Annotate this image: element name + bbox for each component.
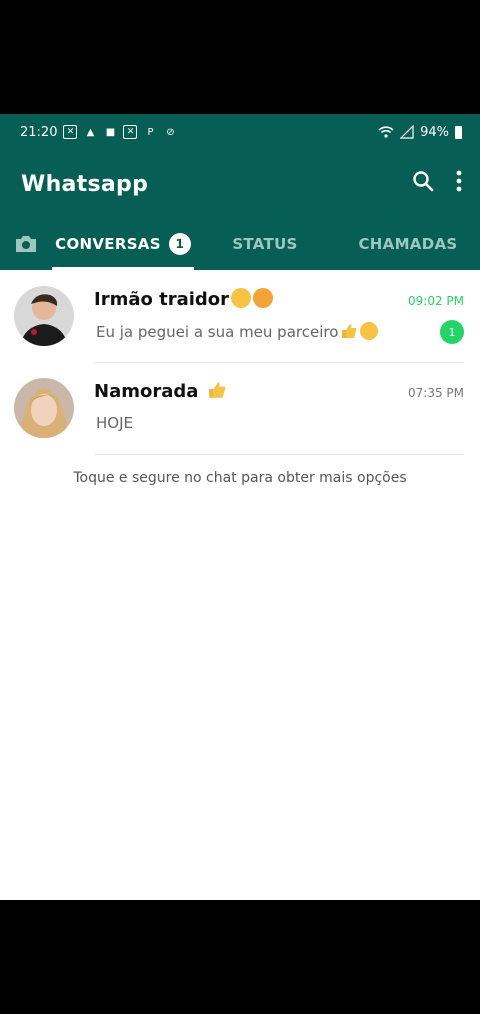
last-message: HOJE (96, 414, 133, 432)
video-icon: ■ (105, 126, 116, 138)
status-bar: 21:20 ✕ ▲ ■ ✕ P ⊘ 94% (0, 114, 480, 150)
battery-percent: 94% (420, 124, 449, 140)
app-bar: Whatsapp CONVERSAS 1 STATUS CHAMADAS (0, 150, 480, 270)
tab-label: CHAMADAS (358, 235, 458, 253)
unread-count-badge: 1 (168, 233, 191, 255)
app-notification-icon: ✕ (63, 125, 78, 139)
warning-icon: ▲ (86, 126, 95, 138)
no-sim-icon: ⊘ (166, 126, 175, 138)
wifi-icon (378, 126, 394, 138)
more-options-icon[interactable] (456, 170, 462, 192)
unread-message-badge: 1 (440, 320, 464, 344)
tab-chamadas[interactable]: CHAMADAS (336, 218, 480, 270)
contact-name: Namorada (94, 381, 199, 402)
paypal-icon: P (147, 126, 154, 138)
thumbs-up-emoji-icon (207, 380, 227, 400)
last-message: Eu ja peguei a sua meu parceiro (96, 323, 339, 341)
message-time: 07:35 PM (408, 386, 464, 400)
chat-list: Irmão traidor 09:02 PM Eu ja peguei a su… (0, 270, 480, 455)
avatar[interactable] (14, 286, 74, 346)
screen: 21:20 ✕ ▲ ■ ✕ P ⊘ 94% Whatsapp CONVERSAS (0, 114, 480, 900)
search-icon[interactable] (412, 170, 434, 192)
thumbs-up-emoji-icon (340, 322, 358, 340)
winking-emoji-icon (360, 322, 379, 340)
tab-status[interactable]: STATUS (194, 218, 336, 270)
battery-icon (455, 125, 462, 139)
status-time: 21:20 (20, 124, 58, 140)
tab-bar: CONVERSAS 1 STATUS CHAMADAS (0, 218, 480, 270)
tab-conversas[interactable]: CONVERSAS 1 (52, 218, 194, 270)
tab-label: CONVERSAS (55, 235, 161, 253)
app-notification-icon: ✕ (123, 125, 138, 139)
angry-emoji-icon (253, 288, 274, 308)
hint-text: Toque e segure no chat para obter mais o… (73, 470, 407, 486)
expressionless-emoji-icon (231, 288, 252, 308)
tab-label: STATUS (232, 235, 298, 253)
contact-name: Irmão traidor (94, 289, 230, 310)
camera-icon (16, 236, 36, 252)
chat-item[interactable]: Namorada 07:35 PM HOJE (0, 362, 480, 455)
message-time: 09:02 PM (408, 294, 464, 308)
tab-camera[interactable] (0, 218, 52, 270)
app-title: Whatsapp (21, 172, 149, 197)
signal-icon (400, 125, 414, 139)
chat-item[interactable]: Irmão traidor 09:02 PM Eu ja peguei a su… (0, 270, 480, 363)
avatar[interactable] (14, 378, 74, 438)
